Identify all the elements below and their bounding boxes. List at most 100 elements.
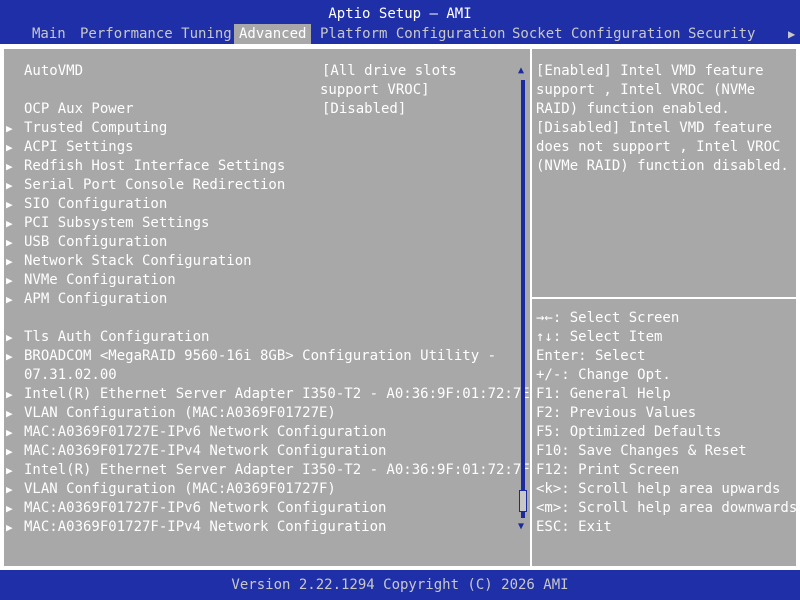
key-help-line: +/-: Change Opt. bbox=[536, 367, 671, 383]
menu-item-label: Trusted Computing bbox=[24, 120, 168, 136]
device-item-label: MAC:A0369F01727F-IPv6 Network Configurat… bbox=[24, 500, 387, 516]
device-item-label: Intel(R) Ethernet Server Adapter I350-T2… bbox=[24, 462, 530, 478]
key-help-line: F10: Save Changes & Reset bbox=[536, 443, 747, 459]
device-item-label: MAC:A0369F01727E-IPv4 Network Configurat… bbox=[24, 443, 387, 459]
vertical-divider bbox=[530, 44, 532, 570]
triangle-right-icon: ▶ bbox=[6, 426, 13, 439]
triangle-right-icon: ▶ bbox=[6, 407, 13, 420]
help-line: does not support , Intel VROC bbox=[536, 139, 781, 155]
menu-item[interactable]: ▶ NVMe Configuration bbox=[6, 271, 176, 290]
device-item-label: VLAN Configuration (MAC:A0369F01727E) bbox=[24, 405, 336, 421]
device-item[interactable]: ▶ Tls Auth Configuration bbox=[6, 328, 210, 347]
setting-row-autovmd[interactable]: AutoVMD bbox=[24, 62, 83, 81]
triangle-right-icon: ▶ bbox=[6, 464, 13, 477]
setting-row-ocp-aux-power[interactable]: OCP Aux Power bbox=[24, 100, 134, 119]
key-help-line: F2: Previous Values bbox=[536, 405, 697, 421]
triangle-right-icon: ▶ bbox=[6, 445, 13, 458]
menu-item[interactable]: ▶ Network Stack Configuration bbox=[6, 252, 252, 271]
scroll-thumb[interactable] bbox=[519, 490, 527, 512]
key-help-line: ↑↓: Select Item bbox=[536, 329, 663, 345]
help-panel: [Enabled] Intel VMD feature support , In… bbox=[536, 62, 789, 176]
menu-item[interactable]: ▶ USB Configuration bbox=[6, 233, 168, 252]
triangle-right-icon: ▶ bbox=[6, 122, 13, 135]
key-help-line: F5: Optimized Defaults bbox=[536, 424, 722, 440]
menu-item[interactable]: ▶ SIO Configuration bbox=[6, 195, 168, 214]
device-item[interactable]: ▶ MAC:A0369F01727F-IPv4 Network Configura… bbox=[6, 518, 387, 537]
triangle-right-icon: ▶ bbox=[6, 198, 13, 211]
tab-performance-tuning[interactable]: Performance Tuning bbox=[76, 24, 236, 44]
setting-value-ocp-aux-power[interactable]: [Disabled] bbox=[322, 100, 406, 119]
help-line: RAID) function enabled. bbox=[536, 101, 730, 117]
device-item-label: MAC:A0369F01727E-IPv6 Network Configurat… bbox=[24, 424, 387, 440]
scroll-track[interactable] bbox=[521, 80, 525, 518]
triangle-right-icon: ▶ bbox=[6, 388, 13, 401]
triangle-right-icon: ▶ bbox=[6, 141, 13, 154]
menu-item-label: Redfish Host Interface Settings bbox=[24, 158, 286, 174]
menu-item-label: USB Configuration bbox=[24, 234, 168, 250]
horizontal-divider bbox=[532, 297, 796, 299]
key-help-line: ESC: Exit bbox=[536, 519, 612, 535]
triangle-right-icon: ▶ bbox=[6, 502, 13, 515]
key-help-line: F1: General Help bbox=[536, 386, 671, 402]
setting-label: OCP Aux Power bbox=[24, 101, 134, 117]
device-item-label: VLAN Configuration (MAC:A0369F01727F) bbox=[24, 481, 336, 497]
menu-item[interactable]: ▶ APM Configuration bbox=[6, 290, 168, 309]
triangle-right-icon: ▶ bbox=[6, 331, 13, 344]
tab-security[interactable]: Security bbox=[684, 24, 759, 44]
triangle-right-icon: ▶ bbox=[6, 483, 13, 496]
menu-item-label: APM Configuration bbox=[24, 291, 168, 307]
key-help-panel: →←: Select Screen ↑↓: Select Item Enter:… bbox=[536, 309, 797, 537]
scroll-up-icon[interactable]: ▲ bbox=[518, 64, 524, 78]
device-item[interactable]: ▶ Intel(R) Ethernet Server Adapter I350-T… bbox=[6, 461, 530, 480]
scroll-down-icon[interactable]: ▼ bbox=[518, 520, 524, 534]
help-line: [Disabled] Intel VMD feature bbox=[536, 120, 773, 136]
device-item[interactable]: ▶ BROADCOM <MegaRAID 9560-16i 8GB> Config… bbox=[6, 347, 497, 366]
triangle-right-icon: ▶ bbox=[6, 274, 13, 287]
device-item-label: BROADCOM <MegaRAID 9560-16i 8GB> Configu… bbox=[24, 348, 497, 364]
tab-main[interactable]: Main bbox=[28, 24, 70, 44]
help-line: support , Intel VROC (NVMe bbox=[536, 82, 756, 98]
triangle-right-icon: ▶ bbox=[6, 217, 13, 230]
triangle-right-icon: ▶ bbox=[6, 521, 13, 534]
menu-item[interactable]: ▶ PCI Subsystem Settings bbox=[6, 214, 210, 233]
triangle-right-icon[interactable]: ▶ bbox=[788, 24, 795, 44]
triangle-right-icon: ▶ bbox=[6, 236, 13, 249]
help-line: (NVMe RAID) function disabled. bbox=[536, 158, 789, 174]
device-item[interactable]: ▶ VLAN Configuration (MAC:A0369F01727E) bbox=[6, 404, 336, 423]
menu-item-label: PCI Subsystem Settings bbox=[24, 215, 210, 231]
menu-item-label: NVMe Configuration bbox=[24, 272, 176, 288]
triangle-right-icon: ▶ bbox=[6, 160, 13, 173]
menu-item[interactable]: ▶ ACPI Settings bbox=[6, 138, 134, 157]
device-item[interactable]: ▶ MAC:A0369F01727E-IPv6 Network Configura… bbox=[6, 423, 387, 442]
device-item[interactable]: ▶ VLAN Configuration (MAC:A0369F01727F) bbox=[6, 480, 336, 499]
device-item[interactable]: ▶ MAC:A0369F01727E-IPv4 Network Configura… bbox=[6, 442, 387, 461]
device-item-label: Tls Auth Configuration bbox=[24, 329, 210, 345]
footer-version: Version 2.22.1294 Copyright (C) 2026 AMI bbox=[231, 577, 569, 593]
key-help-line: <m>: Scroll help area downwards bbox=[536, 500, 798, 516]
triangle-right-icon: ▶ bbox=[6, 350, 13, 363]
setting-value-autovmd[interactable]: [All drive slots bbox=[322, 62, 457, 81]
key-help-line: Enter: Select bbox=[536, 348, 646, 364]
key-help-line: F12: Print Screen bbox=[536, 462, 680, 478]
tab-advanced[interactable]: Advanced bbox=[234, 24, 312, 44]
triangle-right-icon: ▶ bbox=[6, 293, 13, 306]
menu-item[interactable]: ▶ Redfish Host Interface Settings bbox=[6, 157, 286, 176]
device-item[interactable]: ▶ MAC:A0369F01727F-IPv6 Network Configura… bbox=[6, 499, 387, 518]
menu-item-label: SIO Configuration bbox=[24, 196, 168, 212]
tab-platform-configuration[interactable]: Platform Configuration bbox=[316, 24, 509, 44]
device-item-label: Intel(R) Ethernet Server Adapter I350-T2… bbox=[24, 386, 530, 402]
menu-item[interactable]: ▶ Trusted Computing bbox=[6, 119, 168, 138]
tab-bar: Main Performance Tuning Advanced Platfor… bbox=[0, 24, 800, 44]
tab-socket-configuration[interactable]: Socket Configuration bbox=[508, 24, 685, 44]
device-item-label-cont: 07.31.02.00 bbox=[24, 367, 117, 383]
triangle-right-icon: ▶ bbox=[6, 179, 13, 192]
title-bar: Aptio Setup – AMI bbox=[0, 0, 800, 24]
device-item-label: MAC:A0369F01727F-IPv4 Network Configurat… bbox=[24, 519, 387, 535]
app-title: Aptio Setup – AMI bbox=[328, 6, 472, 22]
scrollbar[interactable]: ▲ ▼ bbox=[518, 64, 528, 534]
menu-item[interactable]: ▶ Serial Port Console Redirection bbox=[6, 176, 285, 195]
device-item-cont: 07.31.02.00 bbox=[24, 366, 117, 385]
device-item[interactable]: ▶ Intel(R) Ethernet Server Adapter I350-T… bbox=[6, 385, 530, 404]
help-line: [Enabled] Intel VMD feature bbox=[536, 63, 764, 79]
setting-label: AutoVMD bbox=[24, 63, 84, 79]
